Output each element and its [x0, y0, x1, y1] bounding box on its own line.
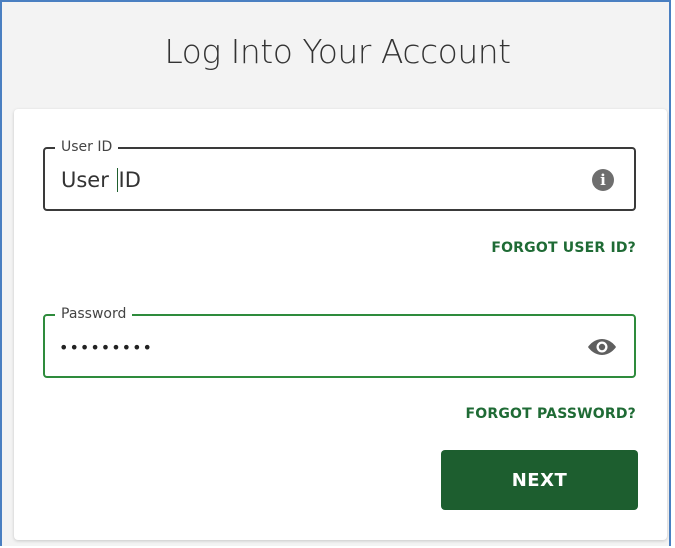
user-id-value-start: User — [61, 168, 116, 192]
user-id-field[interactable]: User ID User ID i — [43, 139, 636, 211]
forgot-user-id-link[interactable]: FORGOT USER ID? — [491, 240, 636, 256]
password-input[interactable]: ••••••••• — [59, 338, 153, 357]
login-card: User ID User ID i FORGOT USER ID? Passwo… — [14, 109, 667, 540]
user-id-input[interactable]: User ID — [61, 168, 141, 192]
user-id-value-end: ID — [118, 168, 141, 192]
password-field[interactable]: Password ••••••••• — [43, 306, 636, 378]
info-icon[interactable]: i — [592, 169, 614, 191]
text-caret — [116, 168, 118, 192]
password-label: Password — [55, 306, 133, 322]
eye-icon[interactable] — [586, 336, 618, 358]
next-button[interactable]: NEXT — [441, 450, 638, 510]
window-frame: Log Into Your Account User ID User ID i … — [0, 0, 671, 546]
page-title: Log Into Your Account — [164, 32, 511, 71]
user-id-label: User ID — [55, 139, 119, 155]
forgot-password-link[interactable]: FORGOT PASSWORD? — [466, 406, 636, 422]
